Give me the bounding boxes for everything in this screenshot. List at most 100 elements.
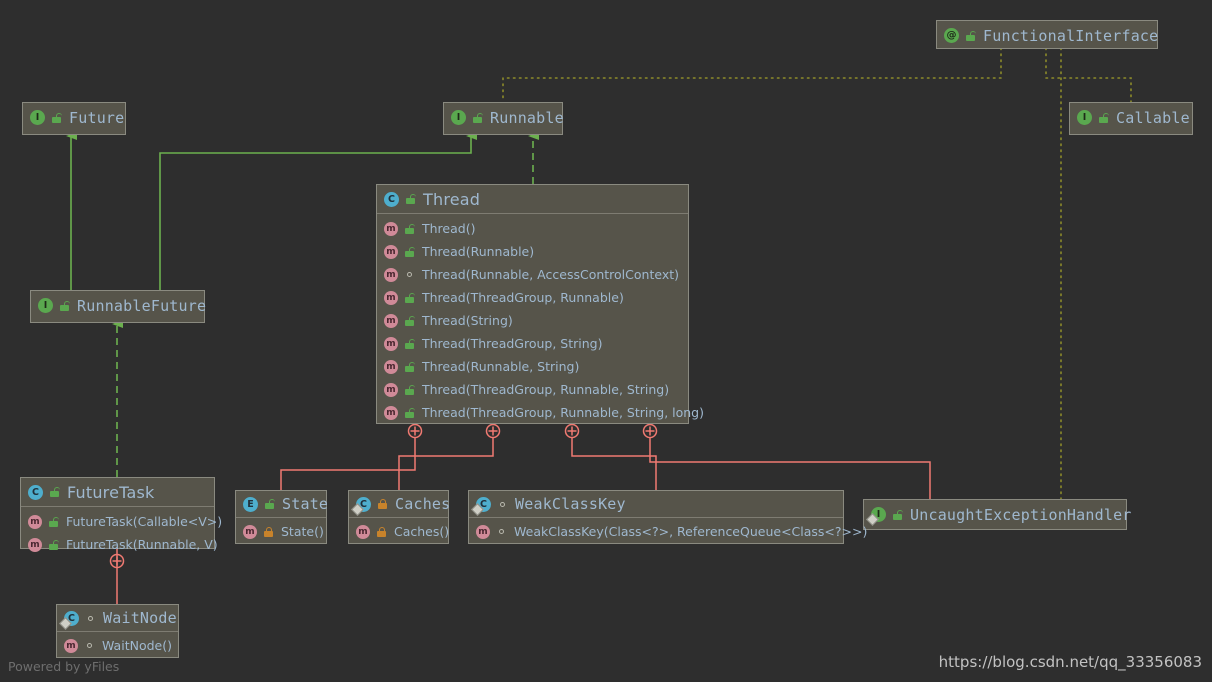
blog-url-watermark: https://blog.csdn.net/qq_33356083 xyxy=(938,653,1202,671)
unlocked-green-icon xyxy=(403,292,416,303)
class-icon: C xyxy=(384,191,399,207)
node-title: Runnable xyxy=(490,108,564,127)
node-title: Callable xyxy=(1116,108,1190,127)
node-title: Thread xyxy=(423,189,481,209)
class-icon: C xyxy=(28,484,43,500)
method-icon: m xyxy=(384,313,398,328)
node-header: C WeakClassKey xyxy=(469,491,843,518)
member-row[interactable]: m Thread() xyxy=(377,217,688,240)
interface-icon: I xyxy=(30,110,45,125)
member-label: Thread(ThreadGroup, String) xyxy=(422,336,603,351)
member-label: Thread(Runnable) xyxy=(422,244,535,259)
member-label: FutureTask(Runnable, V) xyxy=(66,537,218,552)
method-icon: m xyxy=(384,359,398,374)
interface-icon: I xyxy=(1077,110,1092,125)
member-label: Caches() xyxy=(394,524,450,539)
member-row[interactable]: m FutureTask(Callable<V>) xyxy=(21,510,222,533)
member-row[interactable]: m Thread(Runnable) xyxy=(377,240,688,263)
unlocked-green-icon xyxy=(403,315,416,326)
node-title: FutureTask xyxy=(67,482,155,502)
member-row[interactable]: m Thread(String) xyxy=(377,309,688,332)
node-title: State xyxy=(282,495,329,513)
method-icon: m xyxy=(476,524,490,539)
method-icon: m xyxy=(384,244,398,259)
node-weak-class-key[interactable]: C WeakClassKey m WeakClassKey(Class<?>, … xyxy=(468,490,867,547)
member-label: Thread(ThreadGroup, Runnable, String, lo… xyxy=(422,405,704,420)
node-state[interactable]: E State m State() xyxy=(235,490,329,547)
unlocked-green-icon xyxy=(58,300,71,311)
member-label: Thread(String) xyxy=(422,313,513,328)
node-callable[interactable]: I Callable xyxy=(1069,102,1193,135)
member-row[interactable]: m Caches() xyxy=(349,520,450,543)
node-functional-interface[interactable]: @ FunctionalInterface xyxy=(936,20,1158,49)
node-header: @ FunctionalInterface xyxy=(937,21,1159,50)
member-label: WaitNode() xyxy=(102,638,172,653)
node-title: UncaughtExceptionHandler xyxy=(910,505,1132,524)
nested-interface-icon: I xyxy=(871,507,886,522)
node-runnable-future[interactable]: I RunnableFuture xyxy=(30,290,206,323)
member-row[interactable]: m Thread(Runnable, String) xyxy=(377,355,688,378)
member-row[interactable]: m Thread(ThreadGroup, Runnable, String, … xyxy=(377,401,704,424)
node-title: FunctionalInterface xyxy=(983,26,1159,45)
member-list: m FutureTask(Callable<V>) m FutureTask(R… xyxy=(21,507,222,560)
enum-icon: E xyxy=(243,496,258,512)
unlocked-green-icon xyxy=(47,539,60,550)
method-icon: m xyxy=(28,514,42,529)
member-label: State() xyxy=(281,524,324,539)
unlocked-green-icon xyxy=(964,30,977,41)
node-header: C Thread xyxy=(377,185,688,214)
unlocked-green-icon xyxy=(471,112,484,123)
node-header: I RunnableFuture xyxy=(31,291,206,320)
nested-class-icon: C xyxy=(64,610,79,626)
node-header: C FutureTask xyxy=(21,478,214,507)
member-row[interactable]: m FutureTask(Runnable, V) xyxy=(21,533,218,556)
node-header: I UncaughtExceptionHandler xyxy=(864,500,1131,529)
locked-orange-icon xyxy=(375,526,388,537)
node-wait-node[interactable]: C WaitNode m WaitNode() xyxy=(56,604,179,658)
node-header: I Callable xyxy=(1070,103,1192,132)
node-thread[interactable]: C Thread m Thread() m Thread(Runnable) m… xyxy=(376,184,704,424)
node-header: C WaitNode xyxy=(57,605,178,632)
member-list: m Caches() xyxy=(349,518,450,547)
node-uncaught-exception-handler[interactable]: I UncaughtExceptionHandler xyxy=(863,499,1131,530)
node-header: I Runnable xyxy=(444,103,564,132)
member-row[interactable]: m Thread(ThreadGroup, Runnable) xyxy=(377,286,688,309)
unlocked-green-icon xyxy=(403,246,416,257)
member-label: Thread() xyxy=(422,221,476,236)
diagram-canvas: I Future I Runnable @ FunctionalInterfac… xyxy=(0,0,1212,682)
member-row[interactable]: m Thread(ThreadGroup, Runnable, String) xyxy=(377,378,688,401)
node-future-task[interactable]: C FutureTask m FutureTask(Callable<V>) m… xyxy=(20,477,222,552)
node-header: C Caches xyxy=(349,491,450,518)
method-icon: m xyxy=(384,221,398,236)
unlocked-green-icon xyxy=(263,499,276,509)
interface-icon: I xyxy=(451,110,466,125)
unlocked-green-icon xyxy=(47,516,60,527)
node-title: WaitNode xyxy=(103,609,177,627)
member-label: Thread(Runnable, AccessControlContext) xyxy=(422,267,680,282)
member-label: Thread(Runnable, String) xyxy=(422,359,580,374)
annotation-icon: @ xyxy=(944,28,959,43)
locked-orange-icon xyxy=(376,499,389,509)
method-icon: m xyxy=(28,537,42,552)
package-dot-icon xyxy=(403,272,416,277)
node-runnable[interactable]: I Runnable xyxy=(443,102,564,135)
member-row[interactable]: m Thread(Runnable, AccessControlContext) xyxy=(377,263,688,286)
member-list: m State() xyxy=(236,518,326,547)
member-row[interactable]: m State() xyxy=(236,520,326,543)
member-label: Thread(ThreadGroup, Runnable) xyxy=(422,290,624,305)
member-row[interactable]: m WeakClassKey(Class<?>, ReferenceQueue<… xyxy=(469,520,867,543)
member-row[interactable]: m Thread(ThreadGroup, String) xyxy=(377,332,688,355)
unlocked-green-icon xyxy=(403,223,416,234)
unlocked-green-icon xyxy=(403,338,416,349)
nested-class-icon: C xyxy=(356,496,371,512)
member-list: m WeakClassKey(Class<?>, ReferenceQueue<… xyxy=(469,518,867,547)
node-caches[interactable]: C Caches m Caches() xyxy=(348,490,450,547)
locked-orange-icon xyxy=(262,526,275,537)
node-header: I Future xyxy=(23,103,125,132)
unlocked-green-icon xyxy=(403,361,416,372)
node-future[interactable]: I Future xyxy=(22,102,126,135)
member-label: Thread(ThreadGroup, Runnable, String) xyxy=(422,382,670,397)
member-row[interactable]: m WaitNode() xyxy=(57,634,178,657)
unlocked-green-icon xyxy=(50,112,63,123)
nested-class-icon: C xyxy=(476,496,491,512)
